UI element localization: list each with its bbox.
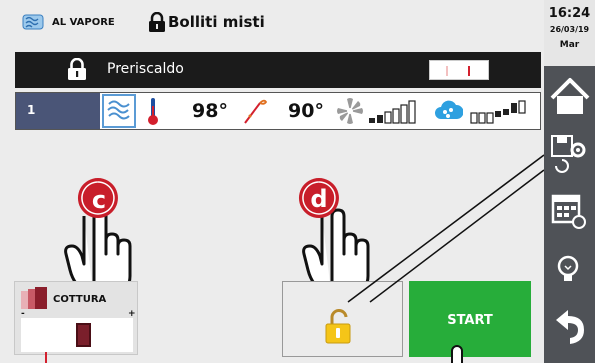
calendar-button[interactable] [546,188,593,240]
save-settings-button[interactable] [546,130,593,182]
home-button[interactable] [546,72,593,124]
home-icon [550,78,590,114]
calendar-icon [551,194,586,229]
back-icon [556,310,584,344]
sidebar-menu [544,66,595,363]
clock-date: 26/03/19 [549,25,590,34]
clock-day: Mar [559,40,580,50]
save-settings-icon [551,135,586,173]
oven-screen: AL VAPORE Bolliti misti Preriscaldo 1 98… [0,0,544,363]
pointer-lines [347,154,544,363]
right-sidebar: 16:24 26/03/19 Mar [544,0,595,363]
clock-time: 16:24 [548,6,591,21]
lightbulb-icon [557,255,579,281]
tips-button[interactable] [546,246,593,298]
back-button[interactable] [546,302,593,354]
